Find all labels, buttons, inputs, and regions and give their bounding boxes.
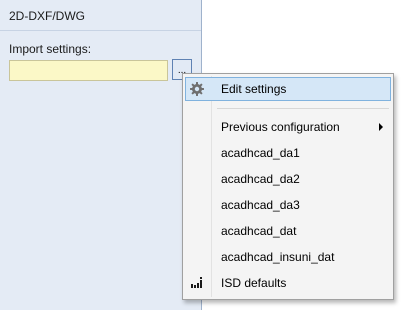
menu-item-label: Edit settings	[221, 82, 287, 96]
menu-item-acadhcad-da1[interactable]: acadhcad_da1	[185, 141, 391, 165]
submenu-arrow-icon	[379, 123, 383, 131]
import-settings-input[interactable]	[9, 60, 168, 81]
menu-separator	[217, 108, 389, 109]
gear-icon	[189, 81, 205, 97]
import-settings-label: Import settings:	[9, 42, 92, 56]
menu-item-label: acadhcad_da3	[221, 198, 300, 212]
isd-logo-icon	[189, 275, 205, 291]
menu-item-label: acadhcad_insuni_dat	[221, 250, 335, 264]
menu-item-label: acadhcad_dat	[221, 224, 297, 238]
menu-item-isd-defaults[interactable]: ISD defaults	[185, 271, 391, 295]
menu-item-label: Previous configuration	[221, 120, 340, 134]
menu-item-acadhcad-dat[interactable]: acadhcad_dat	[185, 219, 391, 243]
menu-item-label: ISD defaults	[221, 276, 287, 290]
menu-item-acadhcad-da3[interactable]: acadhcad_da3	[185, 193, 391, 217]
panel-title: 2D-DXF/DWG	[9, 9, 85, 23]
panel-divider	[0, 30, 201, 31]
import-settings-context-menu: Edit settings Previous configuration aca…	[182, 73, 394, 300]
menu-item-acadhcad-insuni-dat[interactable]: acadhcad_insuni_dat	[185, 245, 391, 269]
menu-item-acadhcad-da2[interactable]: acadhcad_da2	[185, 167, 391, 191]
menu-item-label: acadhcad_da2	[221, 172, 300, 186]
menu-item-label: acadhcad_da1	[221, 146, 300, 160]
dxf-dwg-settings-panel: 2D-DXF/DWG Import settings: ...	[0, 0, 202, 310]
menu-item-edit-settings[interactable]: Edit settings	[185, 77, 391, 101]
menu-item-previous-configuration[interactable]: Previous configuration	[185, 115, 391, 139]
